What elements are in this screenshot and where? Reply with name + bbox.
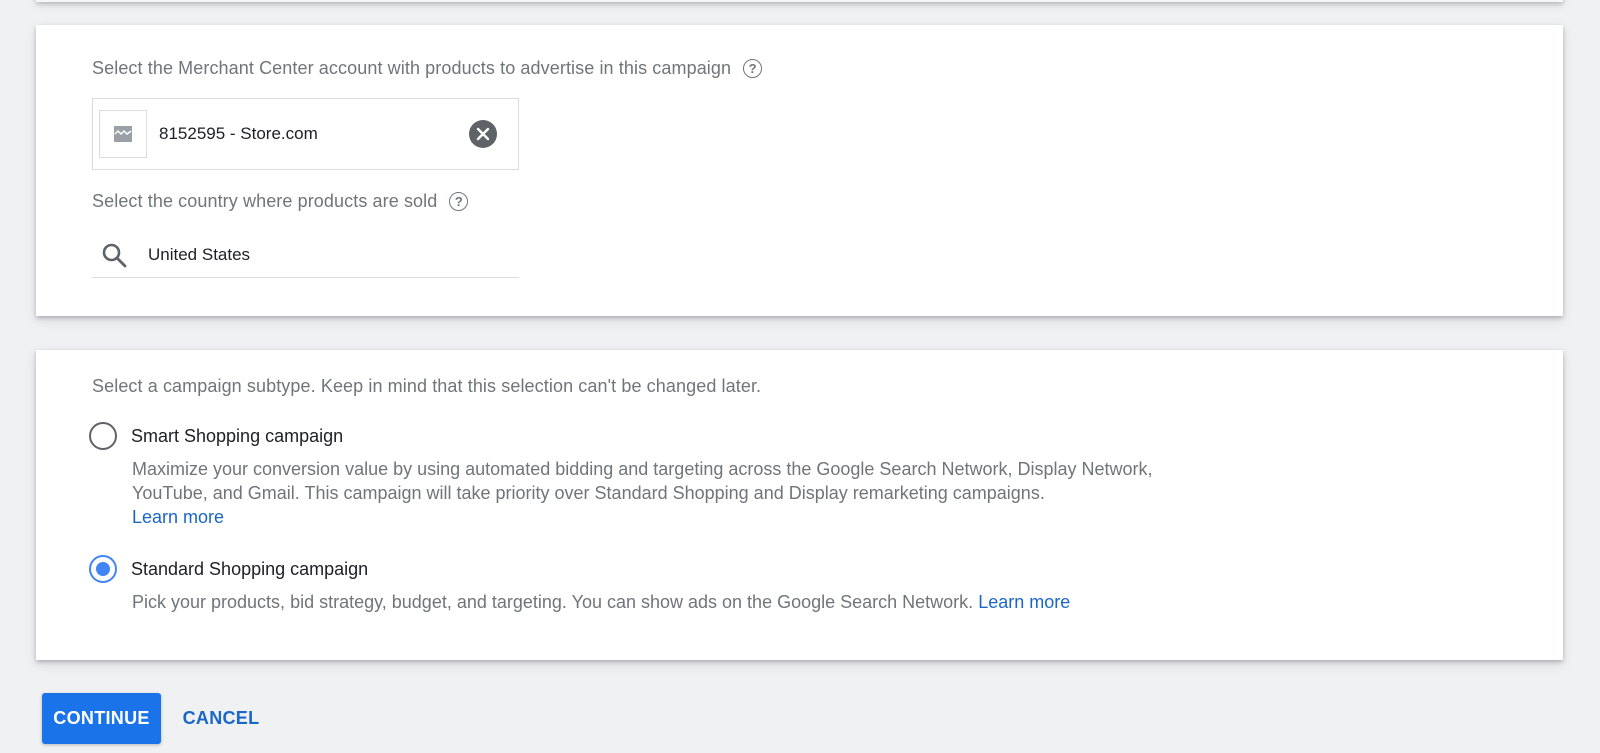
merchant-label-text: Select the Merchant Center account with …: [92, 58, 732, 78]
option-description: Maximize your conversion value by using …: [132, 459, 1153, 503]
radio-option-smart-shopping[interactable]: Smart Shopping campaign: [89, 422, 343, 450]
image-placeholder-icon: [99, 110, 147, 158]
subtype-label: Select a campaign subtype. Keep in mind …: [92, 376, 762, 396]
smart-shopping-description: Maximize your conversion value by using …: [132, 457, 1212, 529]
merchant-account-name: 8152595 - Store.com: [159, 124, 318, 143]
campaign-subtype-card: Select a campaign subtype. Keep in mind …: [36, 350, 1563, 660]
country-label: Select the country where products are so…: [92, 191, 469, 212]
merchant-account-chip[interactable]: 8152595 - Store.com: [92, 98, 519, 170]
radio-checked-icon[interactable]: [89, 555, 117, 583]
learn-more-link[interactable]: Learn more: [132, 507, 224, 527]
merchant-country-card: Select the Merchant Center account with …: [36, 25, 1563, 316]
radio-option-standard-shopping[interactable]: Standard Shopping campaign: [89, 555, 368, 583]
previous-card-edge: [36, 0, 1563, 2]
country-label-text: Select the country where products are so…: [92, 191, 438, 211]
campaign-setup-page: Select the Merchant Center account with …: [0, 0, 1600, 753]
standard-shopping-description: Pick your products, bid strategy, budget…: [132, 590, 1212, 614]
country-input[interactable]: [148, 245, 508, 265]
cancel-button[interactable]: CANCEL: [172, 693, 270, 744]
option-label: Smart Shopping campaign: [131, 425, 344, 446]
help-circle-icon[interactable]: ?: [449, 192, 469, 211]
option-label: Standard Shopping campaign: [131, 558, 369, 579]
country-search-field[interactable]: [92, 233, 519, 278]
radio-unchecked-icon[interactable]: [89, 422, 117, 450]
option-description: Pick your products, bid strategy, budget…: [132, 592, 974, 612]
clear-circle-icon[interactable]: [469, 120, 497, 148]
search-icon: [100, 241, 128, 269]
learn-more-link[interactable]: Learn more: [978, 592, 1070, 612]
merchant-label: Select the Merchant Center account with …: [92, 58, 763, 79]
continue-button[interactable]: CONTINUE: [42, 693, 161, 744]
help-circle-icon[interactable]: ?: [743, 59, 763, 78]
